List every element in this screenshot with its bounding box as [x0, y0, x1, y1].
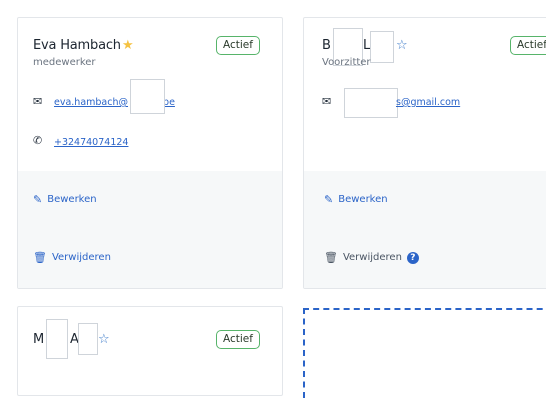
member-name: Eva Hambach: [33, 38, 121, 53]
member-role: Voorzitter: [322, 57, 371, 68]
redaction-box: [370, 31, 394, 63]
help-icon[interactable]: ?: [406, 251, 419, 264]
pencil-icon: ✎: [33, 193, 43, 206]
edit-label: Bewerken: [47, 194, 97, 205]
member-card-3: M A ☆ Actief: [17, 306, 283, 396]
edit-button[interactable]: ✎ Bewerken: [324, 193, 388, 206]
trash-icon: 🗑: [33, 251, 47, 264]
mail-icon: ✉: [322, 95, 332, 108]
actions-panel: [18, 171, 282, 288]
member-card-2: B L ☆ Voorzitter Actief ✉ s@gmail.com ✎ …: [303, 17, 546, 289]
favorite-star-icon[interactable]: ☆: [396, 38, 408, 53]
member-name-part2: L: [363, 38, 371, 53]
redaction-box: [344, 88, 398, 118]
mail-icon: ✉: [33, 95, 43, 108]
status-badge: Actief: [216, 330, 260, 349]
member-card-eva: Eva Hambach ★ medewerker Actief ✉ eva.ha…: [17, 17, 283, 289]
favorite-star-icon[interactable]: ☆: [98, 332, 110, 347]
add-member-placeholder[interactable]: [303, 308, 546, 398]
edit-button[interactable]: ✎ Bewerken: [33, 193, 97, 206]
delete-button[interactable]: 🗑 Verwijderen ?: [324, 251, 419, 264]
member-role: medewerker: [33, 57, 96, 68]
trash-icon: 🗑: [324, 251, 338, 264]
edit-label: Bewerken: [338, 194, 388, 205]
redaction-box: [78, 323, 98, 355]
status-badge: Actief: [510, 36, 546, 55]
delete-label: Verwijderen: [51, 252, 111, 263]
favorite-star-icon[interactable]: ★: [122, 38, 134, 53]
phone-link[interactable]: +32474074124: [54, 137, 128, 148]
member-name-part1: B: [322, 38, 331, 53]
redaction-box: [46, 319, 68, 359]
email-link[interactable]: s@gmail.com: [396, 97, 460, 108]
delete-label: Verwijderen: [342, 252, 402, 263]
delete-button[interactable]: 🗑 Verwijderen: [33, 251, 111, 264]
pencil-icon: ✎: [324, 193, 334, 206]
status-badge: Actief: [216, 36, 260, 55]
redaction-box: [130, 79, 165, 114]
member-name-part1: M: [33, 332, 45, 347]
actions-panel: [304, 171, 546, 288]
phone-icon: ✆: [33, 134, 43, 147]
